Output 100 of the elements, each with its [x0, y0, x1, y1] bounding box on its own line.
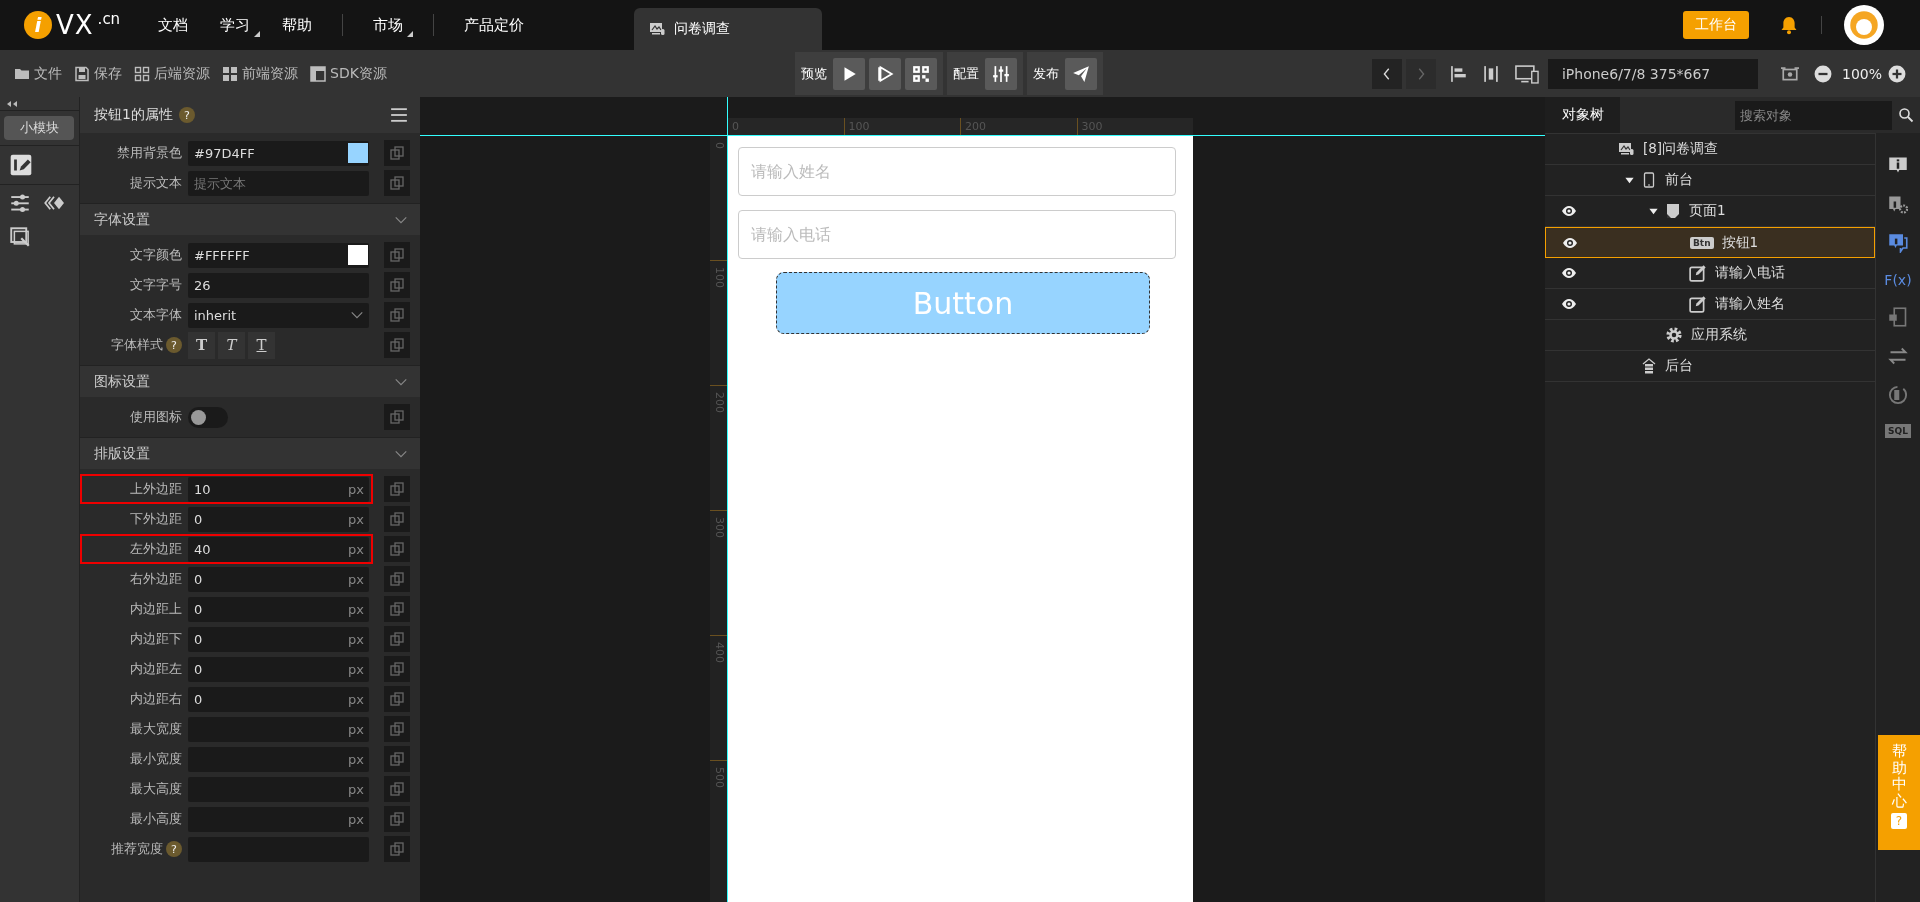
toolbar-button[interactable]: 前端资源	[218, 64, 302, 83]
section-header[interactable]: 字体设置	[80, 203, 420, 235]
tree-item[interactable]: 前台	[1545, 165, 1875, 196]
logo-suffix[interactable]: .cn	[97, 10, 121, 28]
italic-style-button[interactable]: T	[218, 331, 245, 359]
copy-button[interactable]	[384, 536, 410, 562]
zoom-in-icon[interactable]	[1888, 64, 1906, 83]
qr-code-button[interactable]	[904, 57, 937, 90]
info-chat-icon[interactable]	[1888, 233, 1908, 253]
toolbar-button[interactable]: SDK资源	[306, 64, 391, 83]
copy-button[interactable]	[384, 332, 410, 358]
help-icon[interactable]: ?	[166, 337, 182, 353]
copy-button[interactable]	[384, 170, 410, 196]
nav-link[interactable]: 帮助	[280, 11, 315, 39]
copy-button[interactable]	[384, 686, 410, 712]
document-icon[interactable]	[1888, 307, 1908, 327]
project-tab[interactable]: 问卷调查	[634, 8, 823, 50]
align-icon[interactable]	[1481, 64, 1500, 83]
eye-icon[interactable]	[1561, 203, 1577, 219]
copy-button[interactable]	[384, 806, 410, 832]
info-icon[interactable]	[1888, 155, 1908, 175]
info-gear-icon[interactable]	[1888, 194, 1908, 214]
toolbar-button[interactable]: 文件	[10, 64, 66, 83]
color-swatch[interactable]	[348, 245, 368, 265]
bell-icon[interactable]	[1779, 14, 1799, 36]
play-button[interactable]	[868, 57, 901, 90]
avatar-icon[interactable]	[1844, 5, 1884, 45]
search-field[interactable]: 搜索对象	[1735, 100, 1892, 130]
color-field[interactable]: #FFFFFF	[188, 242, 369, 268]
copy-button[interactable]	[384, 506, 410, 532]
underline-style-button[interactable]: T	[248, 331, 275, 359]
text-input[interactable]: 请输入电话	[738, 210, 1176, 259]
collapse-icon[interactable]	[6, 99, 18, 108]
color-field[interactable]: #97D4FF	[188, 140, 369, 166]
back-button[interactable]	[1371, 58, 1402, 89]
nav-link[interactable]: 产品定价	[462, 11, 527, 39]
screenshot-icon[interactable]	[1779, 64, 1800, 83]
text-edit-icon[interactable]	[10, 154, 32, 176]
copy-button[interactable]	[384, 836, 410, 862]
magnify-icon[interactable]	[10, 227, 30, 247]
tree-item[interactable]: [8]问卷调查	[1545, 134, 1875, 165]
copy-button[interactable]	[384, 746, 410, 772]
tree-label: 请输入电话	[1715, 264, 1785, 282]
help-icon[interactable]: ?	[166, 841, 182, 857]
tree-item[interactable]: 应用系统	[1545, 320, 1875, 351]
menu-icon[interactable]	[390, 106, 408, 124]
nav-link[interactable]: 学习	[218, 11, 253, 39]
bold-style-button[interactable]: T	[188, 331, 215, 359]
zoom-out-icon[interactable]	[1813, 64, 1832, 83]
field-label: 右外边距	[130, 570, 182, 588]
toggle-switch[interactable]	[188, 406, 228, 428]
help-icon[interactable]: ?	[178, 107, 195, 123]
grid-icon	[134, 65, 150, 82]
tree-tab[interactable]: 对象树	[1545, 97, 1620, 133]
publish-button[interactable]	[1064, 57, 1097, 90]
search-icon[interactable]	[1898, 107, 1914, 123]
copy-button[interactable]	[384, 404, 410, 430]
copy-button[interactable]	[384, 476, 410, 502]
sliders-icon[interactable]	[10, 193, 30, 213]
copy-button[interactable]	[384, 242, 410, 268]
copy-button[interactable]	[384, 596, 410, 622]
section-header[interactable]: 图标设置	[80, 365, 420, 397]
section-header[interactable]: 排版设置	[80, 437, 420, 469]
toolbar-button[interactable]: 保存	[70, 64, 126, 83]
toolbar-button[interactable]: 后端资源	[130, 64, 214, 83]
copy-button[interactable]	[384, 656, 410, 682]
tree-item[interactable]: 后台	[1545, 351, 1875, 382]
tree-item[interactable]: Btn 按钮1	[1545, 227, 1875, 258]
tree-item[interactable]: 请输入姓名	[1545, 289, 1875, 320]
tree-item[interactable]: 请输入电话	[1545, 258, 1875, 289]
copy-button[interactable]	[384, 140, 410, 166]
text-field[interactable]: 提示文本	[188, 170, 369, 196]
copy-button[interactable]	[384, 302, 410, 328]
module-button[interactable]: 小模块	[4, 116, 74, 140]
device-field[interactable]: iPhone6/7/8 375*667	[1547, 58, 1758, 89]
logo-text[interactable]: VX	[56, 10, 94, 40]
copy-button[interactable]	[384, 566, 410, 592]
align-icon[interactable]	[1449, 64, 1468, 83]
cycle-icon[interactable]	[1888, 385, 1908, 405]
nav-link[interactable]: 文档	[156, 11, 191, 39]
play-button[interactable]	[832, 57, 865, 90]
diamond-icon[interactable]	[44, 193, 64, 213]
copy-button[interactable]	[384, 776, 410, 802]
color-swatch[interactable]	[348, 143, 368, 163]
eye-icon[interactable]	[1561, 265, 1577, 281]
nav-link[interactable]: 市场	[371, 11, 406, 39]
text-input[interactable]: 请输入姓名	[738, 147, 1176, 196]
copy-button[interactable]	[384, 626, 410, 652]
eye-icon[interactable]	[1561, 296, 1577, 312]
swap-icon[interactable]	[1888, 346, 1908, 366]
copy-button[interactable]	[384, 272, 410, 298]
copy-icon	[389, 409, 405, 425]
text-field[interactable]: 26	[188, 272, 369, 298]
sliders-button[interactable]	[984, 57, 1017, 90]
grid-icon	[222, 65, 238, 82]
sql-button[interactable]: SQL	[1885, 424, 1911, 438]
copy-button[interactable]	[384, 716, 410, 742]
monitor-phone-icon[interactable]	[1513, 63, 1540, 84]
function-button[interactable]: F(x)	[1884, 272, 1912, 288]
select-field[interactable]: inherit	[188, 302, 369, 328]
